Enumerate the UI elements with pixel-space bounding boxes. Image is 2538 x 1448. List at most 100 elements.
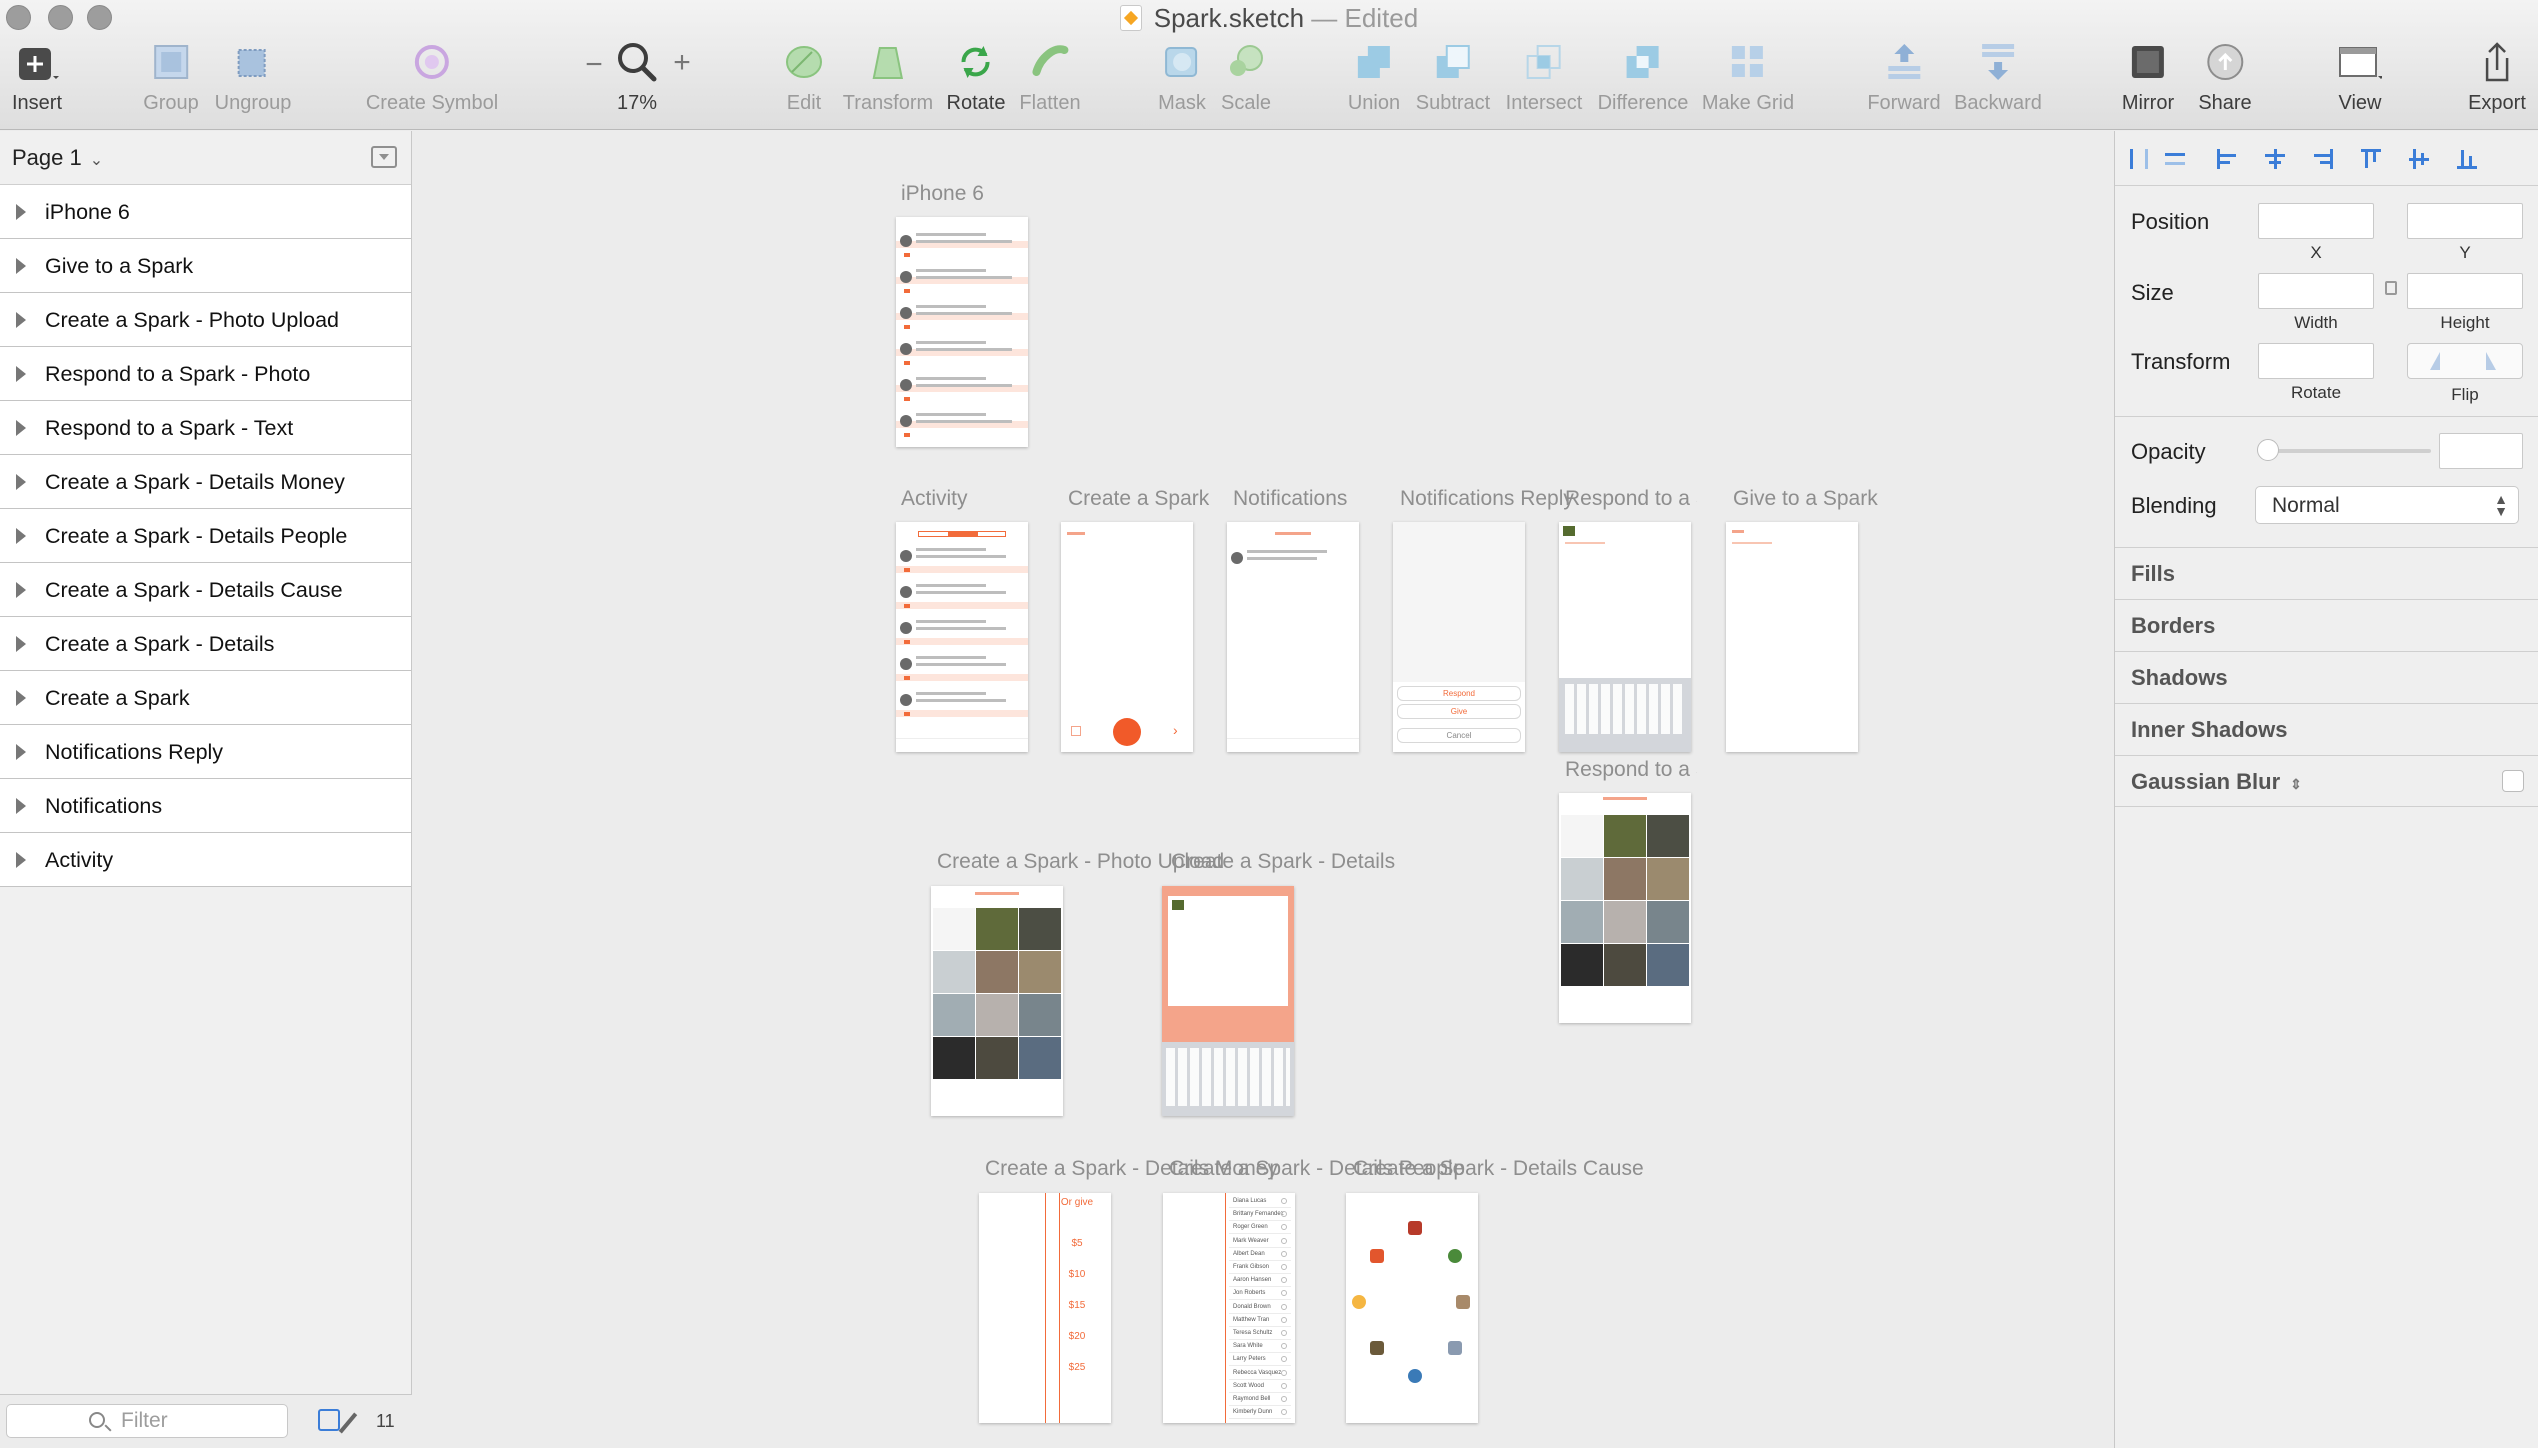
artboard-notifications-reply[interactable]: Respond Give Cancel [1393,522,1525,752]
flip-horizontal-icon[interactable] [2430,352,2440,370]
edit-button[interactable]: Edit [782,40,826,115]
backward-button[interactable]: Backward [1954,40,2042,115]
cause-icon[interactable] [1408,1221,1422,1235]
person-checkbox[interactable] [1281,1330,1287,1336]
amount-option[interactable]: $5 [1011,1238,1111,1249]
mirror-button[interactable]: Mirror [2122,40,2174,115]
layer-row[interactable]: Notifications [0,779,411,833]
person-row[interactable]: Donald Brown [1229,1301,1291,1314]
align-right-icon[interactable] [2311,147,2335,171]
disclosure-triangle-icon[interactable] [16,852,26,868]
create-symbol-button[interactable]: Create Symbol [366,40,498,115]
flip-control[interactable] [2407,343,2523,379]
disclosure-triangle-icon[interactable] [16,636,26,652]
zoom-in-button[interactable]: + [673,46,691,80]
borders-section[interactable]: Borders [2115,599,2538,651]
amount-option[interactable]: $15 [1011,1300,1111,1311]
artboard-details-cause[interactable] [1346,1193,1478,1423]
artboard-title[interactable]: Create a Spark [1068,487,1209,511]
layer-row[interactable]: Create a Spark - Photo Upload [0,293,411,347]
person-row[interactable]: Teresa Schultz [1229,1327,1291,1340]
person-checkbox[interactable] [1281,1277,1287,1284]
align-bottom-icon[interactable] [2455,147,2479,171]
align-left-icon[interactable] [2215,147,2239,171]
artboard-title[interactable]: Create a Spark - Details Cause [1353,1157,1644,1181]
position-y-field[interactable] [2407,203,2523,239]
align-middle-vertical-icon[interactable] [2407,147,2431,171]
disclosure-triangle-icon[interactable] [16,690,26,706]
person-row[interactable]: Rebecca Vasquez [1229,1367,1291,1380]
disclosure-triangle-icon[interactable] [16,204,26,220]
artboard-title[interactable]: Give to a Spark [1733,487,1878,511]
distribute-horizontal-icon[interactable] [2127,147,2151,171]
mask-button[interactable]: Mask [1158,40,1206,115]
share-button[interactable]: Share [2198,40,2252,115]
fills-section[interactable]: Fills [2115,547,2538,599]
ungroup-button[interactable]: Ungroup [215,40,291,115]
cause-icon[interactable] [1408,1369,1422,1383]
union-button[interactable]: Union [1348,40,1400,115]
artboard-title[interactable]: iPhone 6 [901,182,984,206]
person-checkbox[interactable] [1281,1316,1287,1323]
person-row[interactable]: Matthew Tran [1229,1314,1291,1327]
scale-button[interactable]: Scale [1221,40,1271,115]
subtract-button[interactable]: Subtract [1416,40,1490,115]
artboard-give[interactable] [1726,522,1858,752]
shadows-section[interactable]: Shadows [2115,651,2538,703]
gaussian-blur-section[interactable]: Gaussian Blur ⇕ [2115,755,2538,807]
transform-button[interactable]: Transform [843,40,933,115]
filter-input[interactable]: Filter [6,1404,288,1438]
amount-option[interactable]: $25 [1011,1362,1111,1373]
distribute-vertical-icon[interactable] [2163,147,2187,171]
person-checkbox[interactable] [1281,1382,1287,1389]
layer-row[interactable]: Create a Spark - Details Cause [0,563,411,617]
person-row[interactable]: Mark Weaver [1229,1235,1291,1248]
layer-row[interactable]: Create a Spark - Details [0,617,411,671]
layer-row[interactable]: Activity [0,833,411,887]
lock-ratio-icon[interactable] [2385,281,2397,295]
page-selector[interactable]: Page 1 ⌄ [0,131,411,185]
person-checkbox[interactable] [1281,1198,1287,1204]
group-button[interactable]: Group [143,40,199,115]
reply-respond-button[interactable]: Respond [1397,686,1521,701]
person-row[interactable]: Aaron Hansen [1229,1274,1291,1288]
artboard-create-a-spark[interactable]: › [1061,522,1193,752]
layer-row[interactable]: Respond to a Spark - Photo [0,347,411,401]
artboard-title[interactable]: Create a Spark - Details [1171,850,1395,874]
person-checkbox[interactable] [1281,1396,1287,1402]
person-checkbox[interactable] [1281,1237,1287,1244]
disclosure-triangle-icon[interactable] [16,528,26,544]
width-field[interactable] [2258,273,2374,309]
amount-option[interactable]: $10 [1011,1269,1111,1280]
person-checkbox[interactable] [1281,1356,1287,1363]
opacity-slider-track[interactable] [2265,449,2431,453]
person-checkbox[interactable] [1281,1224,1287,1231]
canvas[interactable]: iPhone 6 Activity Create a Spark › Notif… [413,131,2114,1448]
person-row[interactable]: Albert Dean [1229,1248,1291,1261]
person-checkbox[interactable] [1281,1211,1287,1218]
difference-button[interactable]: Difference [1598,40,1688,115]
layer-row[interactable]: Give to a Spark [0,239,411,293]
person-row[interactable]: Kimberly Dunn [1229,1406,1291,1420]
blending-select[interactable]: Normal ▲ ▼ [2255,486,2519,524]
disclosure-triangle-icon[interactable] [16,420,26,436]
blur-type-arrows-icon[interactable]: ⇕ [2290,776,2302,792]
artboard-iphone-6[interactable] [896,217,1028,447]
reply-cancel-button[interactable]: Cancel [1397,728,1521,743]
opacity-field[interactable] [2439,433,2523,469]
artboard-title[interactable]: Respond to a Spa [1565,758,1697,782]
flip-vertical-icon[interactable] [2486,352,2496,370]
artboard-details-money[interactable]: Or give $5 $10 $15 $20 $25 [979,1193,1111,1423]
pencil-icon[interactable] [338,1412,358,1434]
cause-icon[interactable] [1370,1341,1384,1355]
person-checkbox[interactable] [1281,1409,1287,1416]
person-row[interactable]: Brittany Fernandez [1229,1208,1291,1222]
align-top-icon[interactable] [2359,147,2383,171]
align-center-horizontal-icon[interactable] [2263,147,2287,171]
person-checkbox[interactable] [1281,1303,1287,1310]
artboard-title[interactable]: Notifications Reply [1400,487,1574,511]
make-grid-button[interactable]: Make Grid [1702,40,1794,115]
artboard-photo-upload[interactable] [931,886,1063,1116]
zoom-out-button[interactable]: − [585,48,603,82]
cause-icon[interactable] [1448,1341,1462,1355]
